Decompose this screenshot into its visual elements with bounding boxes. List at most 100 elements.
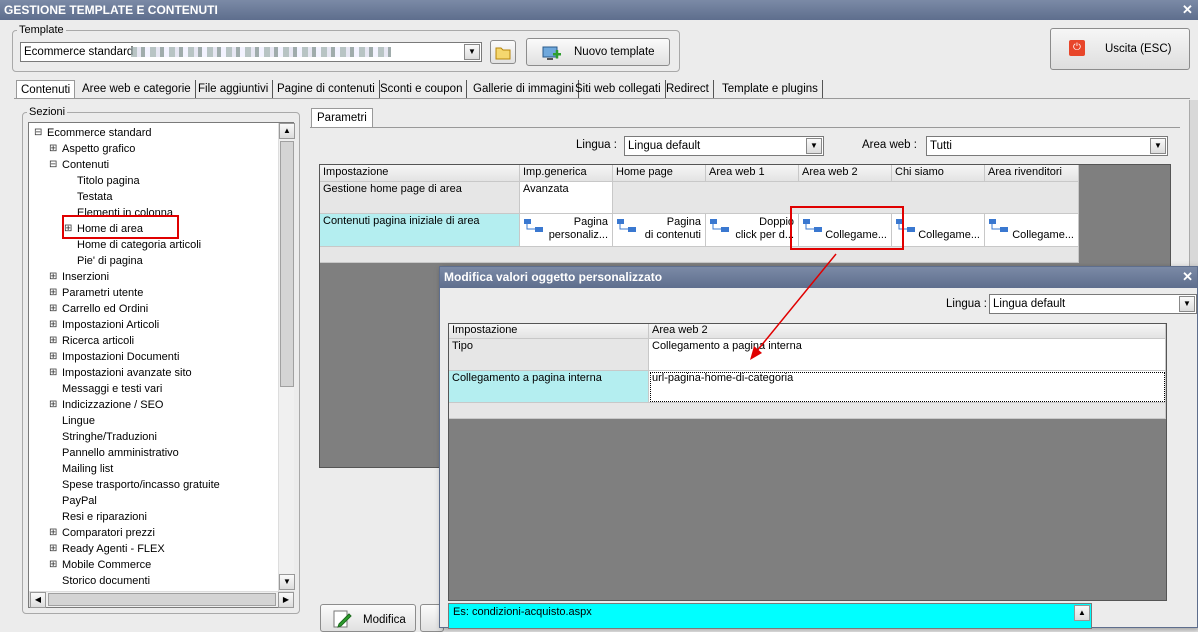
tree-expander-icon[interactable]: ⊞: [49, 141, 57, 157]
tree-expander-icon[interactable]: ⊟: [34, 125, 42, 141]
link-cell-generic[interactable]: Pagina personaliz...: [520, 214, 613, 247]
tree-expander-icon[interactable]: ⊞: [49, 525, 57, 541]
tree-horizontal-scrollbar[interactable]: ◀ ▶: [29, 591, 294, 608]
tree-item[interactable]: Pannello amministrativo: [62, 445, 179, 461]
tree-expander-icon[interactable]: ⊞: [49, 317, 57, 333]
chevron-down-icon[interactable]: ▼: [806, 138, 822, 154]
sections-tree[interactable]: ⊟ Ecommerce standard ⊞ Aspetto grafico ⊟ Cont…: [28, 122, 295, 608]
tab-contenuti[interactable]: Contenuti: [16, 80, 76, 99]
tree-item[interactable]: Mailing list: [62, 461, 113, 477]
link-cell-chi-siamo[interactable]: Collegame...: [892, 214, 985, 247]
row-label[interactable]: Contenuti pagina iniziale di area: [320, 214, 520, 247]
grid-empty-row: [320, 247, 1079, 263]
area-web-select[interactable]: Tutti ▼: [926, 136, 1168, 156]
chevron-down-icon[interactable]: ▼: [1150, 138, 1166, 154]
new-template-label: Nuovo template: [574, 46, 655, 58]
tab-gallerie[interactable]: Gallerie di immagini: [469, 80, 579, 99]
tree-item[interactable]: Ready Agenti - FLEX: [62, 541, 165, 557]
tree-item[interactable]: Testata: [77, 189, 112, 205]
row-label[interactable]: Gestione home page di area: [320, 182, 520, 214]
tree-item[interactable]: Stringhe/Traduzioni: [62, 429, 157, 445]
dialog-row-label[interactable]: Collegamento a pagina interna: [449, 371, 649, 403]
chevron-down-icon[interactable]: ▼: [464, 44, 480, 60]
open-folder-button[interactable]: [490, 40, 516, 64]
tree-item[interactable]: Pie' di pagina: [77, 253, 143, 269]
tab-label: Gallerie di immagini: [473, 83, 574, 95]
tree-item[interactable]: Ricerca articoli: [62, 333, 134, 349]
row-value[interactable]: Avanzata: [520, 182, 613, 214]
tab-sconti[interactable]: Sconti e coupon: [376, 80, 468, 99]
tree-item[interactable]: Carrello ed Ordini: [62, 301, 148, 317]
tree-expander-icon[interactable]: ⊞: [49, 349, 57, 365]
hint-textbox[interactable]: Es: condizioni-acquisto.aspx ▲: [448, 603, 1092, 629]
tree-expander-icon[interactable]: ⊞: [49, 365, 57, 381]
tree-item[interactable]: Contenuti: [62, 157, 109, 173]
tree-item[interactable]: Spese trasporto/incasso gratuite: [62, 477, 220, 493]
tab-aree-web[interactable]: Aree web e categorie: [78, 80, 196, 99]
tab-label: Redirect: [666, 83, 709, 95]
tree-vertical-scrollbar[interactable]: ▲ ▼: [278, 123, 295, 591]
tree-expander-icon[interactable]: ⊞: [49, 269, 57, 285]
tab-siti-collegati[interactable]: Siti web collegati: [571, 80, 666, 99]
new-template-button[interactable]: Nuovo template: [526, 38, 670, 66]
power-icon: ⏻: [1069, 40, 1085, 56]
scroll-up-icon[interactable]: ▲: [1074, 605, 1090, 621]
tree-item[interactable]: PayPal: [62, 493, 97, 509]
tree-expander-icon[interactable]: ⊞: [49, 557, 57, 573]
link-cell-rivenditori[interactable]: Collegame...: [985, 214, 1079, 247]
tree-item[interactable]: Impostazioni avanzate sito: [62, 365, 192, 381]
tree-item[interactable]: Aspetto grafico: [62, 141, 135, 157]
template-select[interactable]: Ecommerce standard ▼: [20, 42, 482, 62]
add-screen-icon: [542, 46, 561, 60]
dialog-url-input[interactable]: url-pagina-home-di-categoria: [649, 371, 1166, 403]
scroll-thumb[interactable]: [280, 141, 294, 387]
tree-expander-icon[interactable]: ⊞: [49, 333, 57, 349]
tree-expander-icon[interactable]: ⊞: [49, 285, 57, 301]
hscroll-thumb[interactable]: [48, 593, 276, 606]
tree-item[interactable]: Lingue: [62, 413, 95, 429]
tab-pagine-contenuti[interactable]: Pagine di contenuti: [273, 80, 380, 99]
scroll-right-icon[interactable]: ▶: [278, 592, 294, 608]
annotation-box-home-di-area: [62, 215, 179, 239]
tree-item[interactable]: Impostazioni Articoli: [62, 317, 159, 333]
tree-item[interactable]: Comparatori prezzi: [62, 525, 155, 541]
dialog-grid: Impostazione Area web 2 Tipo Collegament…: [448, 323, 1167, 601]
tree-item[interactable]: Parametri utente: [62, 285, 143, 301]
tree-item[interactable]: Mobile Commerce: [62, 557, 151, 573]
lingua-label: Lingua :: [576, 139, 617, 151]
tree-item[interactable]: Resi e riparazioni: [62, 509, 147, 525]
scroll-left-icon[interactable]: ◀: [30, 592, 46, 608]
link-cell-aw1[interactable]: Doppio click per d...: [706, 214, 799, 247]
tab-file-aggiuntivi[interactable]: File aggiuntivi: [194, 80, 274, 99]
chevron-down-icon[interactable]: ▼: [1179, 296, 1195, 312]
scroll-down-icon[interactable]: ▼: [279, 574, 295, 590]
tab-parametri[interactable]: Parametri: [311, 108, 373, 128]
tree-expander-icon[interactable]: ⊞: [49, 301, 57, 317]
scroll-up-icon[interactable]: ▲: [279, 123, 295, 139]
tree-expander-icon[interactable]: ⊟: [49, 157, 57, 173]
lingua-select[interactable]: Lingua default ▼: [624, 136, 824, 156]
tree-item[interactable]: Messaggi e testi vari: [62, 381, 162, 397]
cell-line1: Collegame...: [1012, 229, 1074, 241]
dialog-row-value[interactable]: Collegamento a pagina interna: [649, 339, 1166, 371]
dialog-grid-header: Impostazione: [449, 324, 649, 339]
tree-item[interactable]: Home di categoria articoli: [77, 237, 201, 253]
tree-item[interactable]: Indicizzazione / SEO: [62, 397, 164, 413]
close-window-icon[interactable]: ✕: [1182, 0, 1193, 20]
tab-redirect[interactable]: Redirect: [662, 80, 714, 99]
link-cell-home[interactable]: Pagina di contenuti: [613, 214, 706, 247]
tree-item[interactable]: Titolo pagina: [77, 173, 140, 189]
dialog-row-label[interactable]: Tipo: [449, 339, 649, 371]
exit-button[interactable]: ⏻ Uscita (ESC): [1050, 28, 1190, 70]
dialog-lingua-select[interactable]: Lingua default ▼: [989, 294, 1197, 314]
tree-item[interactable]: Impostazioni Documenti: [62, 349, 179, 365]
dialog-title: Modifica valori oggetto personalizzato: [444, 270, 663, 284]
tree-expander-icon[interactable]: ⊞: [49, 541, 57, 557]
tree-expander-icon[interactable]: ⊞: [49, 397, 57, 413]
area-web-value: Tutti: [930, 140, 952, 152]
tab-template-plugins[interactable]: Template e plugins: [718, 80, 823, 99]
dialog-close-icon[interactable]: ✕: [1182, 267, 1193, 287]
tree-item[interactable]: Storico documenti: [62, 573, 150, 589]
tree-item[interactable]: Ecommerce standard: [47, 125, 152, 141]
tree-item[interactable]: Inserzioni: [62, 269, 109, 285]
